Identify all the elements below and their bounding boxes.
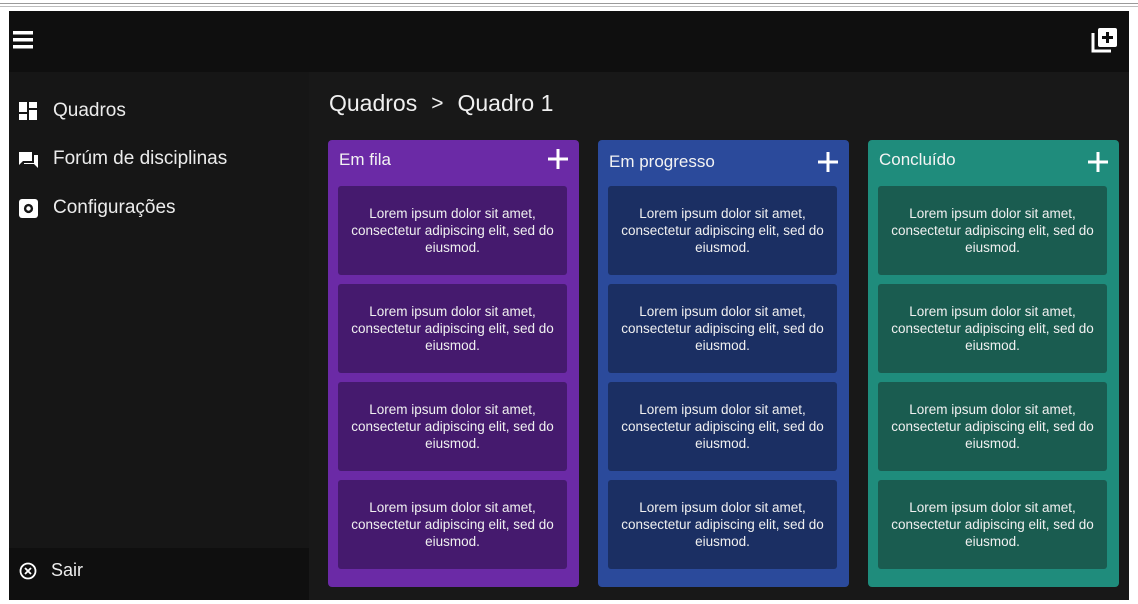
app-window: Quadros Forúm de disciplinas Configuraçõ… [9, 11, 1129, 600]
main-content: Quadros > Quadro 1 Em fila Lorem ipsum d… [309, 72, 1129, 600]
dashboard-icon [19, 101, 39, 121]
task-card[interactable]: Lorem ipsum dolor sit amet, consectetur … [338, 186, 567, 275]
sidebar-item-configuracoes[interactable]: Configurações [19, 194, 176, 222]
sidebar-item-label: Forúm de disciplinas [53, 148, 228, 169]
add-card-icon[interactable] [1085, 149, 1111, 175]
task-card[interactable]: Lorem ipsum dolor sit amet, consectetur … [608, 284, 837, 373]
add-board-icon[interactable] [1090, 25, 1120, 55]
column-title: Concluído [879, 150, 956, 169]
sidebar-item-forum[interactable]: Forúm de disciplinas [19, 145, 227, 173]
add-card-icon[interactable] [545, 146, 571, 172]
task-card[interactable]: Lorem ipsum dolor sit amet, consectetur … [338, 382, 567, 471]
sidebar: Quadros Forúm de disciplinas Configuraçõ… [9, 72, 309, 600]
kanban-column-concluido: Concluído Lorem ipsum dolor sit amet, co… [868, 140, 1119, 587]
breadcrumb-separator: > [431, 91, 444, 115]
forum-icon [19, 149, 39, 169]
breadcrumb-current: Quadro 1 [457, 90, 554, 116]
task-card[interactable]: Lorem ipsum dolor sit amet, consectetur … [878, 284, 1107, 373]
sidebar-item-label: Configurações [53, 197, 176, 218]
logout-label: Sair [51, 560, 84, 580]
task-card[interactable]: Lorem ipsum dolor sit amet, consectetur … [878, 382, 1107, 471]
breadcrumb: Quadros > Quadro 1 [329, 90, 553, 117]
task-card[interactable]: Lorem ipsum dolor sit amet, consectetur … [338, 480, 567, 569]
breadcrumb-root[interactable]: Quadros [329, 90, 417, 117]
window-frame-line [0, 0, 1138, 10]
logout-button[interactable]: Sair [19, 560, 83, 581]
sidebar-item-label: Quadros [53, 100, 126, 121]
task-card[interactable]: Lorem ipsum dolor sit amet, consectetur … [608, 186, 837, 275]
kanban-column-em-progresso: Em progresso Lorem ipsum dolor sit amet,… [598, 140, 849, 587]
task-card[interactable]: Lorem ipsum dolor sit amet, consectetur … [878, 480, 1107, 569]
task-card[interactable]: Lorem ipsum dolor sit amet, consectetur … [878, 186, 1107, 275]
settings-icon [19, 198, 39, 218]
task-card[interactable]: Lorem ipsum dolor sit amet, consectetur … [338, 284, 567, 373]
kanban-column-em-fila: Em fila Lorem ipsum dolor sit amet, cons… [328, 140, 579, 587]
hamburger-menu-icon[interactable] [11, 27, 37, 53]
add-card-icon[interactable] [815, 149, 841, 175]
top-bar [9, 11, 1129, 72]
task-card[interactable]: Lorem ipsum dolor sit amet, consectetur … [608, 480, 837, 569]
sidebar-item-quadros[interactable]: Quadros [19, 97, 126, 125]
task-card[interactable]: Lorem ipsum dolor sit amet, consectetur … [608, 382, 837, 471]
column-title: Em fila [339, 150, 391, 169]
close-circle-icon [19, 561, 39, 581]
column-title: Em progresso [609, 152, 715, 171]
sidebar-footer: Sair [9, 548, 309, 600]
